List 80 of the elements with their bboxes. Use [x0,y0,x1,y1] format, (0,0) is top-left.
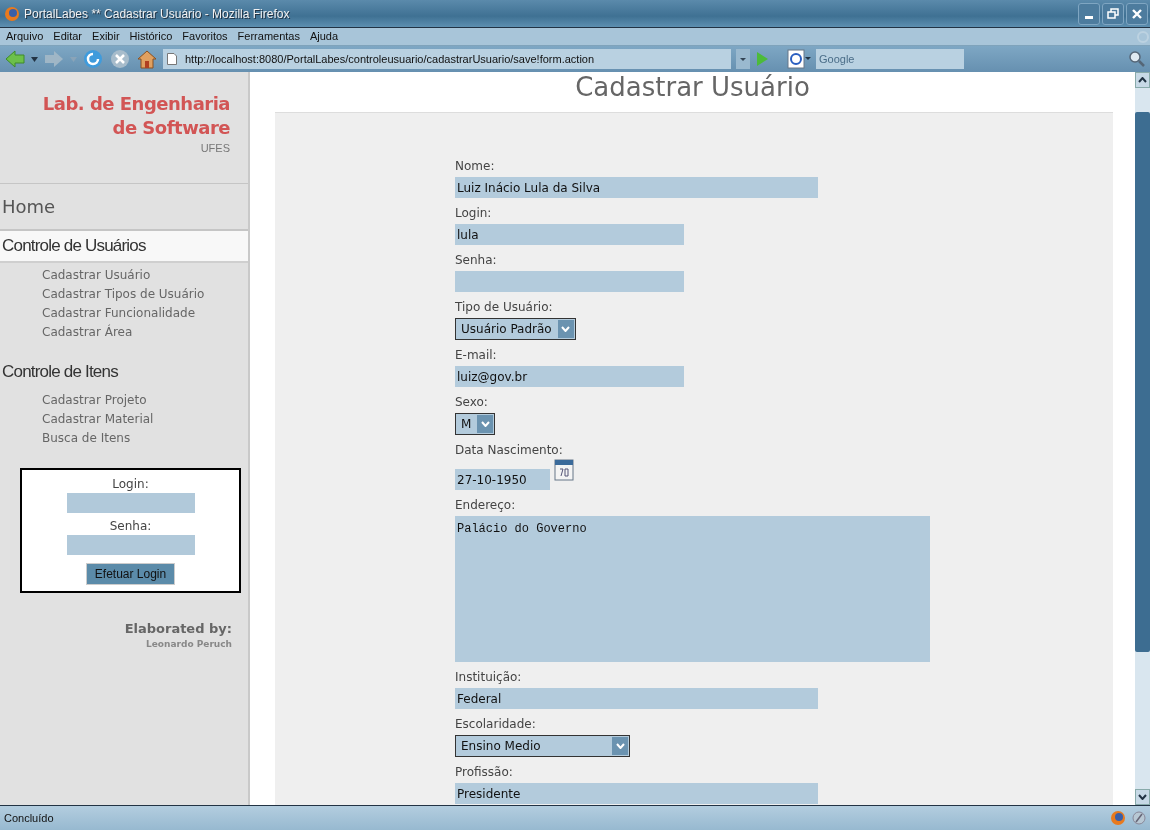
page-icon [167,53,177,65]
scroll-down-icon[interactable] [1138,794,1147,800]
field-label: E-mail: [455,347,498,364]
caret-icon [615,743,625,749]
select-field[interactable]: Usuário Padrão [455,318,576,340]
nav-link[interactable]: Cadastrar Projeto [0,390,248,410]
login-button[interactable]: Efetuar Login [85,562,176,585]
scroll-up-icon[interactable] [1138,77,1147,83]
search-icon[interactable] [1128,50,1146,68]
field-label: Senha: [109,517,152,535]
field-label: Tipo de Usuário: [455,299,554,316]
close-button[interactable] [1126,2,1148,25]
logo-text: de Software [111,116,230,140]
date-field[interactable]: 27-10-1950 [455,469,550,490]
login-field[interactable] [66,492,195,513]
dropdown-icon[interactable] [736,49,750,69]
logo-subtitle: UFES [199,141,230,156]
credits-label: Elaborated by: [123,619,232,638]
minimize-icon [1085,16,1093,19]
input-field[interactable]: Presidente [455,783,818,804]
throbber-icon [1136,29,1150,44]
menu-item[interactable]: Ajuda [309,28,339,45]
search-engine-icon[interactable] [787,49,811,69]
page-heading: Cadastrar Usuário [574,72,811,104]
section-heading[interactable]: Controle de Usuários [0,230,248,263]
menu-item[interactable]: Ferramentas [237,28,300,45]
nav-link[interactable]: Cadastrar Tipos de Usuário [0,284,248,304]
field-label: Data Nascimento: [455,442,564,459]
caret-icon [561,326,571,332]
input-field[interactable]: lula [455,224,684,245]
password-field[interactable] [66,534,195,555]
nav-link[interactable]: Cadastrar Área [0,322,248,342]
close-icon [1131,7,1143,20]
browser-logo-icon [4,5,20,22]
stop-icon[interactable] [109,48,131,70]
scrollbar[interactable] [1135,72,1150,805]
restore-icon [1107,7,1119,20]
author-name: Leonardo Peruch [145,638,232,651]
password-field[interactable] [455,271,684,292]
select-field[interactable]: Ensino Medio [455,735,630,757]
nav-link[interactable]: Busca de Itens [0,428,248,448]
nav-link[interactable]: Cadastrar Material [0,409,248,429]
nav-link[interactable]: Cadastrar Usuário [0,265,248,285]
field-label: Escolaridade: [455,716,537,733]
field-label: Endereço: [455,497,517,514]
maximize-button[interactable] [1102,2,1124,25]
menu-item[interactable]: Favoritos [182,28,228,45]
field-label: Login: [112,475,149,493]
scroll-thumb[interactable] [1135,112,1150,652]
minimize-button[interactable] [1078,2,1100,25]
dropdown-icon[interactable] [31,56,38,62]
select-field[interactable]: M [455,413,496,435]
menu-item[interactable]: Exibir [92,28,120,45]
input-field[interactable]: Federal [455,688,818,709]
nav-link[interactable]: Cadastrar Funcionalidade [0,303,248,323]
menu-item[interactable]: Editar [53,28,83,45]
input-field[interactable]: luiz@gov.br [455,366,684,387]
search-field[interactable]: Google [816,49,964,69]
menu-item[interactable]: Histórico [129,28,173,45]
status-text: Concluído [4,810,55,826]
home-icon[interactable] [136,48,158,70]
field-label: Sexo: [455,394,489,411]
menu-item[interactable]: Arquivo [6,28,44,45]
address-bar[interactable]: http://localhost:8080/PortalLabes/controleusuario/cadastrarUsuario/save!form.action [163,49,731,69]
field-label: Instituição: [455,669,523,686]
caret-icon [480,421,490,427]
logo-text: Lab. de Engenharia [41,92,230,116]
blocked-icon [1132,811,1146,825]
back-arrow-icon[interactable] [4,49,26,69]
browser-logo-icon [1110,810,1126,826]
text-area[interactable]: Palácio do Governo [455,516,930,662]
window-title: PortalLabes ** Cadastrar Usuário - Mozilla Firefox [24,5,291,23]
section-heading[interactable]: Controle de Itens [0,355,248,388]
field-label: Login: [455,205,493,222]
input-field[interactable]: Luiz Inácio Lula da Silva [455,177,818,198]
field-label: Profissão: [455,764,514,781]
field-label: Nome: [455,158,496,175]
calendar-icon[interactable] [554,459,574,481]
field-label: Senha: [455,252,498,269]
reload-icon[interactable] [82,48,104,70]
